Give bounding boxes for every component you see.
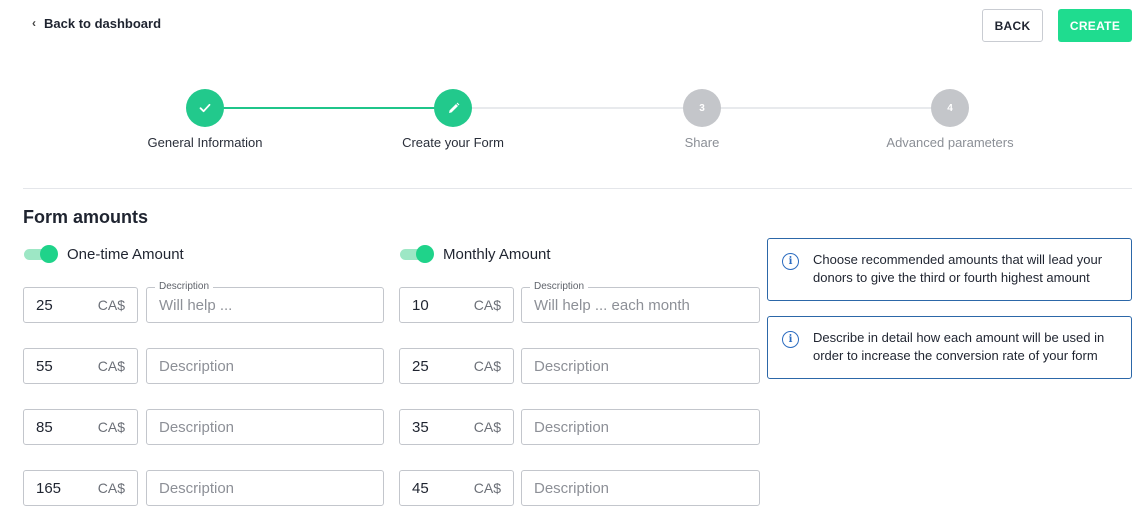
monthly-description-input[interactable]: Description: [521, 348, 760, 384]
tip-box-recommended-amounts: i Choose recommended amounts that will l…: [767, 238, 1132, 301]
one-time-amount-input[interactable]: 25 CA$: [23, 287, 138, 323]
description-placeholder: Will help ... each month: [534, 296, 690, 314]
check-icon: [199, 103, 211, 113]
step-label: Share: [684, 135, 720, 150]
chevron-left-icon: ‹: [32, 15, 36, 30]
one-time-description-input[interactable]: Description: [146, 348, 384, 384]
back-link-label: Back to dashboard: [44, 16, 162, 31]
description-placeholder: Description: [159, 479, 235, 497]
toggle-label: Monthly Amount: [443, 245, 551, 263]
description-placeholder: Description: [159, 357, 235, 375]
create-button[interactable]: CREATE: [1058, 9, 1132, 42]
step-circle-done: [186, 89, 224, 127]
tip-text: Choose recommended amounts that will lea…: [813, 252, 1103, 285]
section-title: Form amounts: [23, 207, 149, 227]
step-label: Advanced parameters: [886, 135, 1014, 150]
amount-value: 25: [36, 296, 53, 314]
monthly-amount-toggle-row: Monthly Amount: [400, 244, 551, 264]
info-icon: i: [782, 253, 799, 270]
currency-label: CA$: [473, 297, 501, 313]
one-time-amount-input[interactable]: 85 CA$: [23, 409, 138, 445]
monthly-amount-input[interactable]: 10 CA$: [399, 287, 514, 323]
description-placeholder: Will help ...: [159, 296, 233, 314]
step-general-information[interactable]: General Information: [105, 88, 305, 150]
amount-value: 35: [412, 418, 429, 436]
back-to-dashboard-link[interactable]: ‹ Back to dashboard: [32, 15, 162, 32]
top-bar: ‹ Back to dashboard BACK CREATE: [0, 0, 1146, 52]
amount-value: 165: [36, 479, 62, 497]
pencil-icon: [448, 102, 459, 113]
toggle-knob: [416, 245, 434, 263]
description-placeholder: Description: [534, 357, 610, 375]
step-advanced-parameters[interactable]: 4 Advanced parameters: [850, 88, 1050, 150]
step-circle-pending: 4: [931, 89, 969, 127]
section-divider: [23, 188, 1132, 189]
one-time-amount-input[interactable]: 165 CA$: [23, 470, 138, 506]
amount-value: 45: [412, 479, 429, 497]
currency-label: CA$: [97, 480, 125, 496]
back-button[interactable]: BACK: [982, 9, 1043, 42]
currency-label: CA$: [473, 419, 501, 435]
one-time-description-input[interactable]: Description Will help ...: [146, 280, 384, 323]
description-floating-label: Description: [155, 280, 214, 294]
monthly-amount-toggle[interactable]: [400, 244, 434, 264]
currency-label: CA$: [473, 358, 501, 374]
amount-value: 25: [412, 357, 429, 375]
monthly-amount-input[interactable]: 45 CA$: [399, 470, 514, 506]
step-share[interactable]: 3 Share: [602, 88, 802, 150]
amount-value: 10: [412, 296, 429, 314]
step-circle-active: [434, 89, 472, 127]
one-time-amount-input[interactable]: 55 CA$: [23, 348, 138, 384]
progress-stepper: General Information Create your Form 3 S…: [0, 88, 1146, 158]
description-floating-label: Description: [530, 280, 589, 294]
currency-label: CA$: [473, 480, 501, 496]
step-create-your-form[interactable]: Create your Form: [353, 88, 553, 150]
amount-value: 55: [36, 357, 53, 375]
currency-label: CA$: [97, 419, 125, 435]
currency-label: CA$: [97, 358, 125, 374]
one-time-description-input[interactable]: Description: [146, 470, 384, 506]
monthly-amount-input[interactable]: 35 CA$: [399, 409, 514, 445]
description-placeholder: Description: [534, 479, 610, 497]
step-circle-pending: 3: [683, 89, 721, 127]
toggle-label: One-time Amount: [67, 245, 184, 263]
description-placeholder: Description: [159, 418, 235, 436]
tip-box-describe-amounts: i Describe in detail how each amount wil…: [767, 316, 1132, 379]
monthly-description-input[interactable]: Description Will help ... each month: [521, 280, 760, 323]
one-time-amount-toggle[interactable]: [24, 244, 58, 264]
step-label: Create your Form: [402, 135, 504, 150]
monthly-description-input[interactable]: Description: [521, 470, 760, 506]
one-time-description-input[interactable]: Description: [146, 409, 384, 445]
one-time-amount-toggle-row: One-time Amount: [24, 244, 184, 264]
currency-label: CA$: [97, 297, 125, 313]
amount-value: 85: [36, 418, 53, 436]
toggle-knob: [40, 245, 58, 263]
monthly-amount-input[interactable]: 25 CA$: [399, 348, 514, 384]
step-label: General Information: [147, 135, 263, 150]
monthly-description-input[interactable]: Description: [521, 409, 760, 445]
description-placeholder: Description: [534, 418, 610, 436]
info-icon: i: [782, 331, 799, 348]
tip-text: Describe in detail how each amount will …: [813, 330, 1105, 363]
